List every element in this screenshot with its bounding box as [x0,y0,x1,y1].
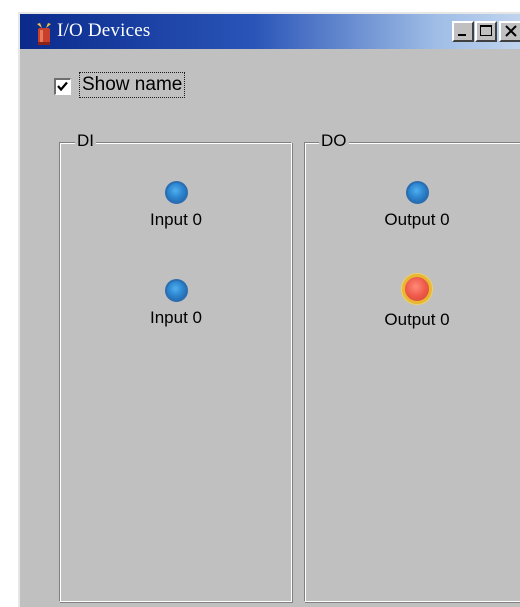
do-group-legend: DO [319,131,349,151]
di-item-label: Input 0 [150,210,202,229]
device-icon [34,22,54,46]
checkmark-icon [57,81,68,92]
title-bar[interactable]: I/O Devices [20,14,520,49]
maximize-icon [480,25,492,36]
do-item-label: Output 0 [384,310,450,329]
close-button[interactable] [499,21,520,42]
do-group: DO Output 0 Output 0 [304,131,520,602]
do-item: Output 0 [342,181,492,230]
maximize-button[interactable] [475,21,497,42]
di-item-label: Input 0 [150,308,202,327]
di-item: Input 0 [101,279,251,328]
show-name-label[interactable]: Show name [79,72,186,98]
led-indicator-icon[interactable] [164,181,188,204]
io-devices-window: I/O Devices Show name DI Input 0 Input 0… [18,12,520,607]
show-name-checkbox[interactable] [54,78,71,95]
window-title: I/O Devices [57,20,151,41]
led-indicator-active-icon[interactable] [402,274,432,304]
di-group-legend: DI [75,131,96,151]
minimize-icon [458,34,466,36]
led-indicator-icon[interactable] [164,279,188,302]
do-item-label: Output 0 [384,210,450,229]
di-item: Input 0 [101,181,251,230]
di-group: DI Input 0 Input 0 [59,131,292,602]
do-item: Output 0 [342,274,492,330]
led-indicator-icon[interactable] [405,181,429,204]
close-icon [505,25,517,37]
minimize-button[interactable] [452,21,474,42]
